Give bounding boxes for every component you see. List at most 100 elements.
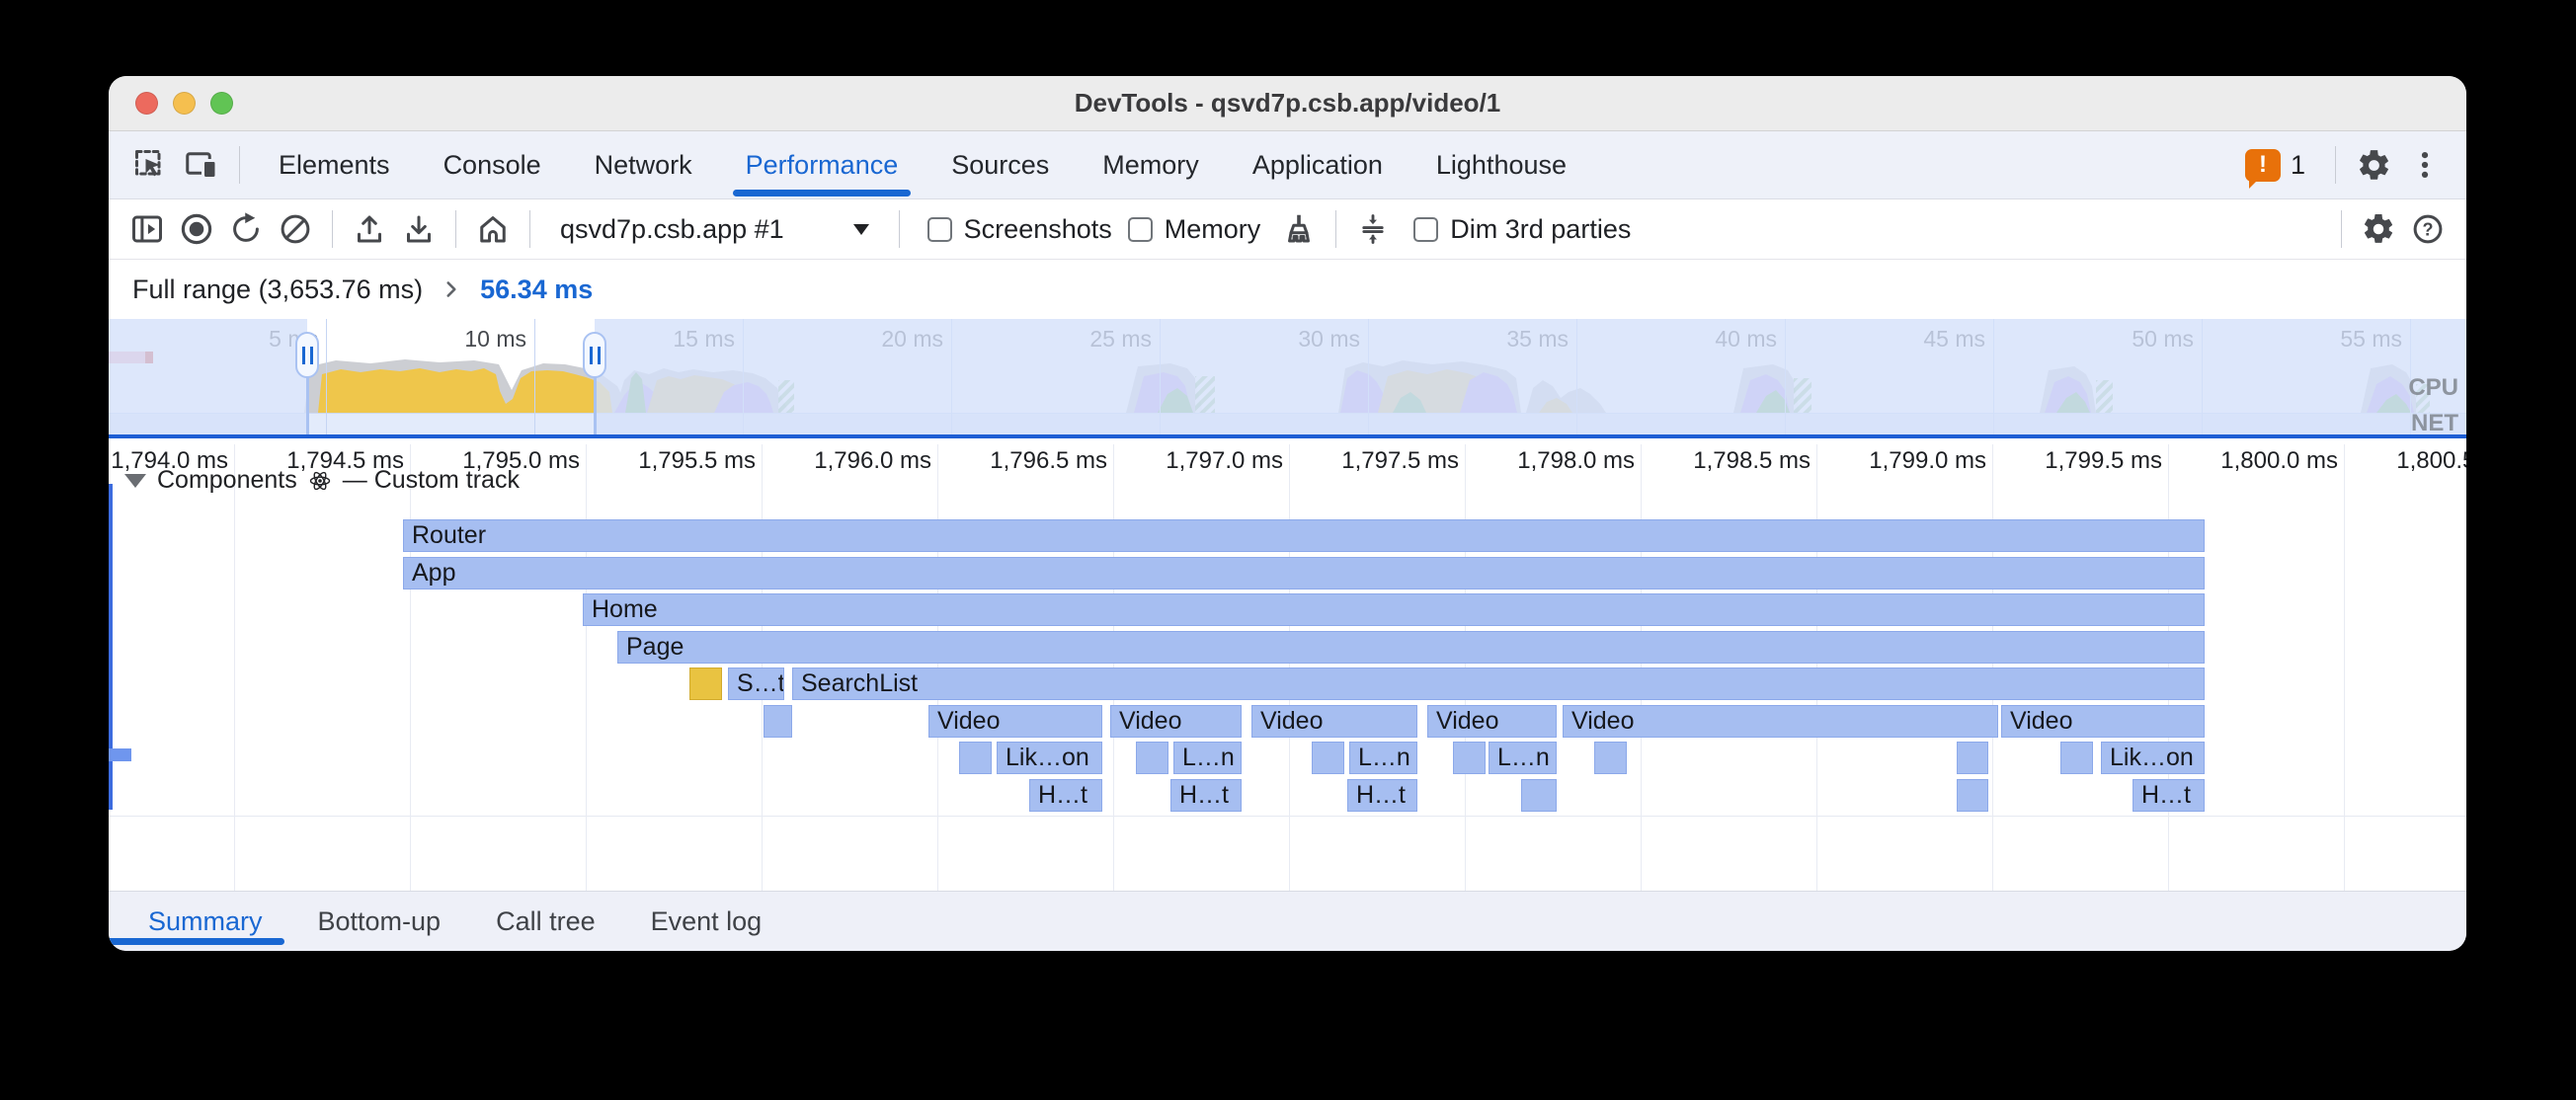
selection-handle-right[interactable] bbox=[583, 332, 606, 378]
details-tab-bottom-up[interactable]: Bottom-up bbox=[290, 892, 469, 951]
flame-bar-s-t[interactable]: S…t bbox=[728, 668, 784, 700]
devtools-settings-button[interactable] bbox=[2348, 139, 2399, 191]
flame-bar-video[interactable]: Video bbox=[1427, 705, 1557, 738]
flame-bar-video[interactable]: Video bbox=[2001, 705, 2205, 738]
toggle-sidebar-button[interactable] bbox=[122, 204, 172, 254]
tab-performance[interactable]: Performance bbox=[719, 131, 926, 198]
flame-bar-searchlist[interactable]: SearchList bbox=[792, 668, 2205, 700]
tab-lighthouse[interactable]: Lighthouse bbox=[1409, 131, 1593, 198]
flame-bar[interactable] bbox=[1957, 779, 1988, 812]
tab-console[interactable]: Console bbox=[417, 131, 568, 198]
details-tab-summary[interactable]: Summary bbox=[121, 892, 290, 951]
memory-label: Memory bbox=[1165, 214, 1261, 245]
record-and-reload-button[interactable] bbox=[221, 204, 271, 254]
collapse-triangle-icon[interactable] bbox=[124, 474, 146, 488]
live-metrics-button[interactable] bbox=[468, 204, 518, 254]
clear-icon bbox=[278, 211, 313, 247]
tab-sources[interactable]: Sources bbox=[925, 131, 1076, 198]
flame-bar[interactable] bbox=[1521, 779, 1557, 812]
flame-bar[interactable] bbox=[2060, 742, 2093, 774]
dim-3rd-parties-checkbox[interactable] bbox=[1413, 217, 1438, 242]
flame-bar[interactable] bbox=[959, 742, 992, 774]
flame-bar[interactable] bbox=[764, 705, 792, 738]
record-button[interactable] bbox=[172, 204, 221, 254]
flame-bar-h-t[interactable]: H…t bbox=[1170, 779, 1242, 812]
breadcrumb-selection[interactable]: 56.34 ms bbox=[480, 275, 593, 305]
collect-garbage-button[interactable] bbox=[1274, 204, 1324, 254]
flame-bar-video[interactable]: Video bbox=[1110, 705, 1242, 738]
more-options-button[interactable] bbox=[2399, 139, 2451, 191]
flame-bar-l-n[interactable]: L…n bbox=[1349, 742, 1417, 774]
help-button[interactable]: ? bbox=[2403, 204, 2453, 254]
flame-bar-video[interactable]: Video bbox=[1563, 705, 1998, 738]
ruler-tick-label: 1,796.5 ms bbox=[939, 447, 1107, 475]
breadcrumb-full-range[interactable]: Full range (3,653.76 ms) bbox=[132, 275, 423, 305]
window-title: DevTools - qsvd7p.csb.app/video/1 bbox=[109, 88, 2466, 118]
memory-checkbox[interactable] bbox=[1128, 217, 1153, 242]
clear-button[interactable] bbox=[271, 204, 320, 254]
details-tabbar: SummaryBottom-upCall treeEvent log bbox=[109, 891, 2466, 951]
ruler-tick-label: 1,798.0 ms bbox=[1467, 447, 1635, 475]
close-window-button[interactable] bbox=[135, 92, 158, 115]
flame-bar[interactable] bbox=[1594, 742, 1627, 774]
error-badge-icon[interactable]: ! bbox=[2245, 149, 2281, 182]
overview-gridline bbox=[534, 319, 535, 434]
ruler-gridline bbox=[2344, 444, 2345, 891]
track-title-name: Components bbox=[157, 466, 297, 495]
selection-handle-left[interactable] bbox=[295, 332, 319, 378]
flame-bar-home[interactable]: Home bbox=[583, 593, 2205, 626]
flame-bar-video[interactable]: Video bbox=[928, 705, 1102, 738]
tab-network[interactable]: Network bbox=[568, 131, 719, 198]
ruler-tick-label: 1,797.0 ms bbox=[1115, 447, 1283, 475]
devtools-window: DevTools - qsvd7p.csb.app/video/1 Elemen… bbox=[109, 76, 2466, 951]
ruler-tick-label: 1,796.0 ms bbox=[764, 447, 931, 475]
tab-application[interactable]: Application bbox=[1226, 131, 1409, 198]
timeline-overview[interactable]: 5 ms10 ms15 ms20 ms25 ms30 ms35 ms40 ms4… bbox=[109, 319, 2466, 438]
details-tab-event-log[interactable]: Event log bbox=[623, 892, 790, 951]
device-toolbar-button[interactable] bbox=[176, 139, 227, 191]
flame-bar-h-t[interactable]: H…t bbox=[1029, 779, 1102, 812]
record-icon bbox=[178, 210, 215, 248]
load-profile-button[interactable] bbox=[345, 204, 394, 254]
flame-bar-h-t[interactable]: H…t bbox=[2133, 779, 2205, 812]
flame-bar-video[interactable]: Video bbox=[1251, 705, 1417, 738]
separator bbox=[899, 210, 900, 248]
flame-bar-l-n[interactable]: L…n bbox=[1489, 742, 1557, 774]
flame-bar[interactable] bbox=[689, 668, 722, 700]
tab-memory[interactable]: Memory bbox=[1076, 131, 1226, 198]
flame-chart-area[interactable]: Components — Custom track 1,794.0 ms1,79… bbox=[109, 438, 2466, 891]
dim-3rd-parties-label: Dim 3rd parties bbox=[1450, 214, 1631, 245]
ruler-tick-label: 1,799.5 ms bbox=[1994, 447, 2162, 475]
flame-bar-l-n[interactable]: L…n bbox=[1173, 742, 1242, 774]
flame-bar-lik-on[interactable]: Lik…on bbox=[997, 742, 1102, 774]
flame-bar-page[interactable]: Page bbox=[617, 631, 2205, 664]
chevron-right-icon bbox=[439, 276, 464, 302]
flame-bar[interactable] bbox=[1453, 742, 1486, 774]
zoom-window-button[interactable] bbox=[210, 92, 233, 115]
capture-settings-button[interactable] bbox=[2354, 204, 2403, 254]
screenshots-checkbox[interactable] bbox=[927, 217, 952, 242]
flame-bar[interactable] bbox=[1136, 742, 1168, 774]
collect-garbage-icon bbox=[1281, 211, 1317, 247]
flame-bar[interactable] bbox=[1312, 742, 1344, 774]
flame-bar[interactable] bbox=[1957, 742, 1988, 774]
details-tab-call-tree[interactable]: Call tree bbox=[468, 892, 623, 951]
gear-icon bbox=[2361, 211, 2396, 247]
tab-elements[interactable]: Elements bbox=[252, 131, 417, 198]
save-profile-button[interactable] bbox=[394, 204, 443, 254]
custom-track-header[interactable]: Components — Custom track bbox=[124, 466, 520, 495]
inspect-element-button[interactable] bbox=[124, 139, 176, 191]
selection-edge-left bbox=[306, 374, 309, 434]
flame-bar-router[interactable]: Router bbox=[403, 519, 2205, 552]
compress-button[interactable] bbox=[1348, 204, 1398, 254]
separator bbox=[2341, 210, 2342, 248]
performance-toolbar: qsvd7p.csb.app #1 Screenshots Memory bbox=[109, 199, 2466, 260]
flame-bar-h-t[interactable]: H…t bbox=[1347, 779, 1417, 812]
profile-select[interactable]: qsvd7p.csb.app #1 bbox=[542, 214, 887, 245]
flame-bar-lik-on[interactable]: Lik…on bbox=[2101, 742, 2205, 774]
minimize-window-button[interactable] bbox=[173, 92, 196, 115]
toggle-sidebar-icon bbox=[129, 211, 165, 247]
flame-bar-app[interactable]: App bbox=[403, 557, 2205, 589]
profile-select-value: qsvd7p.csb.app #1 bbox=[560, 214, 784, 245]
error-count[interactable]: 1 bbox=[2291, 150, 2305, 181]
